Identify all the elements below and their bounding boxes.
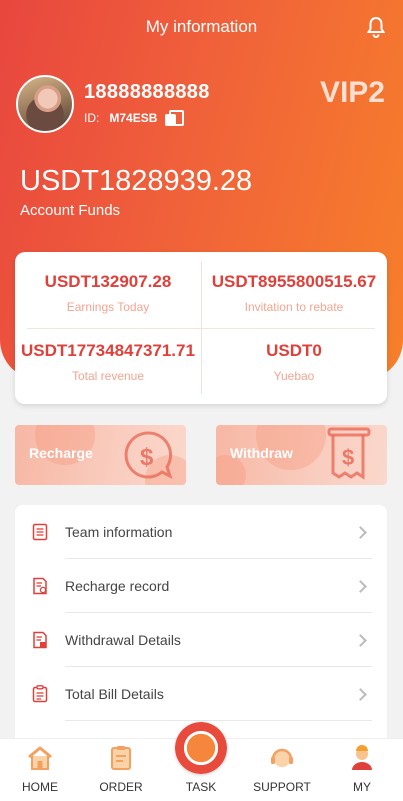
user-id-row: ID: M74ESB	[84, 110, 185, 126]
nav-label: TASK	[185, 780, 217, 794]
account-funds-label: Account Funds	[20, 202, 121, 219]
menu-item-total-bill-details[interactable]: Total Bill Details	[15, 667, 387, 721]
stat-label: Total revenue	[71, 369, 145, 383]
stat-label: Yuebao	[273, 369, 315, 383]
user-icon	[352, 745, 372, 770]
stat-earnings-today: USDT132907.28 Earnings Today	[15, 272, 201, 314]
menu-card: Team information Recharge record Withdra…	[15, 505, 387, 745]
chevron-right-icon	[354, 525, 367, 539]
avatar[interactable]	[16, 75, 74, 133]
document-icon	[32, 523, 48, 541]
record-icon	[33, 577, 47, 595]
stat-value: USDT132907.28	[44, 272, 172, 291]
stat-value: USDT8955800515.67	[211, 272, 377, 291]
menu-item-recharge-record[interactable]: Recharge record	[15, 559, 387, 613]
menu-item-label: Recharge record	[65, 578, 170, 594]
bill-icon	[32, 685, 48, 703]
stat-label: Invitation to rebate	[244, 300, 344, 314]
user-phone: 18888888888	[84, 81, 210, 103]
menu-item-withdrawal-details[interactable]: Withdrawal Details	[15, 613, 387, 667]
menu-item-label: Total Bill Details	[65, 686, 164, 702]
menu-item-label: Withdrawal Details	[65, 632, 181, 648]
order-icon	[111, 746, 131, 770]
recharge-button[interactable]: Recharge $	[15, 425, 186, 485]
id-label: ID:	[84, 111, 100, 125]
stats-card: USDT132907.28 Earnings Today USDT8955800…	[15, 252, 387, 404]
nav-label: SUPPORT	[253, 780, 311, 794]
nav-label: ORDER	[99, 780, 143, 794]
nav-home[interactable]: HOME	[0, 739, 80, 801]
stats-divider-horizontal	[27, 328, 375, 329]
nav-my[interactable]: MY	[322, 739, 402, 801]
stat-value: USDT0	[266, 341, 322, 360]
withdraw-label: Withdraw	[230, 445, 293, 461]
bell-icon[interactable]	[367, 16, 385, 38]
stat-value: USDT17734847371.71	[21, 341, 195, 360]
account-funds-amount: USDT1828939.28	[20, 165, 253, 197]
recharge-label: Recharge	[29, 445, 93, 461]
dollar-bill-icon: $	[327, 427, 371, 480]
withdraw-list-icon	[33, 631, 47, 649]
page-title: My information	[145, 17, 258, 36]
nav-label: HOME	[22, 780, 58, 794]
vip-level: VIP2	[319, 76, 385, 109]
menu-item-label: Team information	[65, 524, 173, 540]
nav-order[interactable]: ORDER	[81, 739, 161, 801]
stat-label: Earnings Today	[66, 300, 150, 314]
nav-support[interactable]: SUPPORT	[242, 739, 322, 801]
menu-divider	[65, 720, 372, 721]
svg-text:$: $	[140, 444, 154, 471]
home-icon	[28, 746, 52, 770]
stat-yuebao: USDT0 Yuebao	[201, 341, 387, 383]
chevron-right-icon	[354, 579, 367, 593]
stat-invitation-rebate: USDT8955800515.67 Invitation to rebate	[201, 272, 387, 314]
stat-total-revenue: USDT17734847371.71 Total revenue	[15, 341, 201, 383]
chevron-right-icon	[354, 633, 367, 647]
support-icon	[271, 748, 293, 767]
copy-icon[interactable]	[165, 110, 185, 126]
dollar-chat-icon: $	[124, 431, 173, 479]
id-value: M74ESB	[109, 111, 158, 125]
svg-text:$: $	[342, 445, 354, 470]
nav-label: MY	[353, 780, 371, 794]
task-icon[interactable]	[175, 722, 227, 774]
top-bar: My information	[0, 0, 403, 54]
withdraw-button[interactable]: Withdraw $	[216, 425, 387, 485]
chevron-right-icon	[354, 687, 367, 701]
menu-item-team-information[interactable]: Team information	[15, 505, 387, 559]
